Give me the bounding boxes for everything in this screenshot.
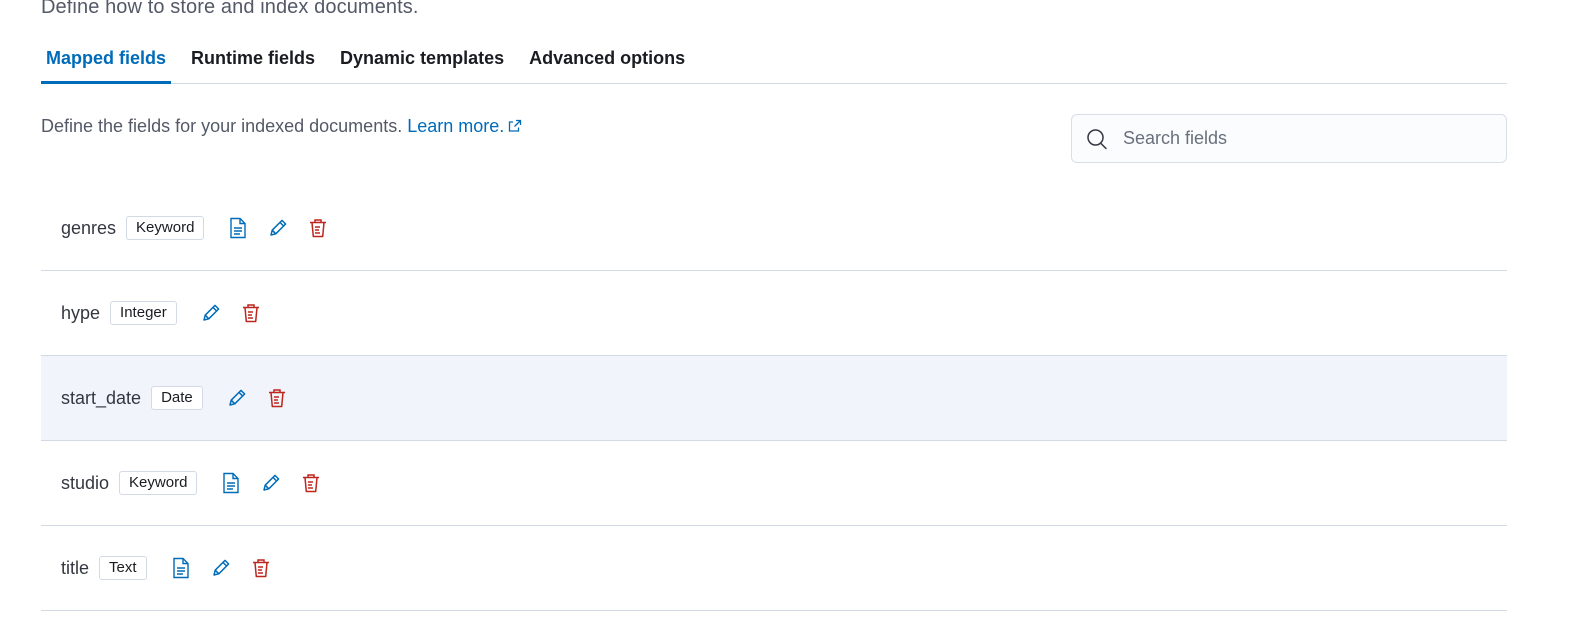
field-row-genres: genres Keyword xyxy=(41,186,1507,271)
field-name: title xyxy=(61,557,90,578)
delete-field-button[interactable] xyxy=(239,301,263,325)
trash-icon xyxy=(303,474,320,493)
field-type-badge: Date xyxy=(151,386,203,410)
pencil-icon xyxy=(203,304,220,321)
trash-icon xyxy=(268,389,285,408)
pencil-icon xyxy=(229,389,246,406)
add-multi-field-button[interactable] xyxy=(219,471,243,495)
pencil-icon xyxy=(212,559,229,576)
fields-description-text: Define the fields for your indexed docum… xyxy=(41,116,403,136)
tab-dynamic-templates[interactable]: Dynamic templates xyxy=(335,40,509,74)
trash-icon xyxy=(310,219,327,238)
edit-field-button[interactable] xyxy=(225,386,249,410)
external-link-icon xyxy=(509,119,522,132)
add-multi-field-button[interactable] xyxy=(169,556,193,580)
search-field-wrapper[interactable] xyxy=(1071,114,1507,163)
fields-list: genres Keyword hype Integer start_date D… xyxy=(41,186,1507,611)
field-actions xyxy=(225,386,305,410)
tab-advanced-options[interactable]: Advanced options xyxy=(524,40,690,74)
document-icon xyxy=(230,217,247,239)
field-actions xyxy=(219,471,339,495)
field-row-hype: hype Integer xyxy=(41,271,1507,356)
fields-description: Define the fields for your indexed docum… xyxy=(41,116,522,137)
field-row-studio: studio Keyword xyxy=(41,441,1507,526)
trash-icon xyxy=(252,559,269,578)
field-actions xyxy=(169,556,289,580)
field-name: hype xyxy=(61,302,101,323)
edit-field-button[interactable] xyxy=(259,471,283,495)
edit-field-button[interactable] xyxy=(266,216,290,240)
field-type-badge: Keyword xyxy=(119,471,198,495)
delete-field-button[interactable] xyxy=(299,471,323,495)
learn-more-link[interactable]: Learn more. xyxy=(407,116,522,136)
field-type-badge: Integer xyxy=(110,301,177,325)
search-input[interactable] xyxy=(1121,127,1485,150)
edit-field-button[interactable] xyxy=(199,301,223,325)
field-type-badge: Text xyxy=(99,556,147,580)
delete-field-button[interactable] xyxy=(306,216,330,240)
pencil-icon xyxy=(263,474,280,491)
document-icon xyxy=(223,472,240,494)
field-name: genres xyxy=(61,217,117,238)
tab-runtime-fields[interactable]: Runtime fields xyxy=(186,40,320,74)
field-row-title: title Text xyxy=(41,526,1507,611)
field-row-start-date: start_date Date xyxy=(41,356,1507,441)
field-actions xyxy=(199,301,279,325)
field-name: studio xyxy=(61,472,110,493)
tab-bar: Mapped fields Runtime fields Dynamic tem… xyxy=(41,40,1507,84)
field-type-badge: Keyword xyxy=(126,216,205,240)
field-actions xyxy=(226,216,346,240)
document-icon xyxy=(172,557,189,579)
trash-icon xyxy=(242,304,259,323)
learn-more-label[interactable]: Learn more. xyxy=(407,116,504,136)
tab-mapped-fields[interactable]: Mapped fields xyxy=(41,40,172,84)
field-name: start_date xyxy=(61,387,142,408)
pencil-icon xyxy=(270,219,287,236)
delete-field-button[interactable] xyxy=(265,386,289,410)
page-subtitle: Define how to store and index documents. xyxy=(41,0,419,18)
mappings-editor: Define how to store and index documents.… xyxy=(0,0,1571,617)
edit-field-button[interactable] xyxy=(209,556,233,580)
add-multi-field-button[interactable] xyxy=(226,216,250,240)
delete-field-button[interactable] xyxy=(249,556,273,580)
search-icon xyxy=(1087,128,1107,149)
